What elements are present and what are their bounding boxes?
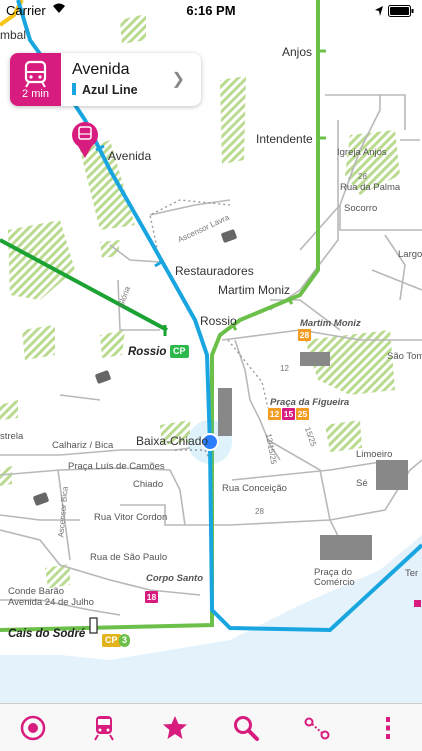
location-arrow-icon — [375, 5, 384, 16]
label-rua-conceicao: Rua Conceição — [222, 483, 287, 494]
status-right — [374, 2, 414, 17]
line-color-bar — [72, 83, 76, 95]
label-socorro: Socorro — [344, 203, 378, 214]
search-icon[interactable] — [231, 713, 261, 743]
cp-badge-cais: CP — [102, 634, 121, 647]
label-sao-paulo: Rua de São Paulo — [90, 552, 168, 563]
label-corpo-santo: Corpo Santo — [146, 573, 203, 584]
label-av-24-julho: Avenida 24 de Julho — [8, 597, 94, 608]
label-baixa-chiado: Baixa-Chiado — [136, 434, 209, 448]
label-rua-da-palma: Rua da Palma — [340, 182, 401, 193]
star-icon[interactable] — [160, 713, 190, 743]
label-rossio: Rossio — [200, 314, 237, 328]
green-3-badge: 3 — [119, 634, 131, 647]
tram-12-badge: 12 — [268, 408, 281, 420]
cp-badge-rossio: CP — [170, 345, 189, 358]
popup-title: Avenida — [72, 61, 130, 78]
popup-minutes: 2 min — [22, 88, 49, 100]
more-icon[interactable] — [373, 713, 403, 743]
popup-icon-box: 2 min — [10, 53, 61, 106]
label-route-28-top: 28 — [358, 172, 367, 181]
chevron-right-icon[interactable]: ❯ — [172, 69, 185, 89]
ferry-terminal — [89, 617, 98, 634]
clock: 6:16 PM — [186, 3, 236, 18]
popup-line: Azul Line — [72, 83, 138, 97]
battery-icon — [388, 4, 414, 17]
label-route-28-bottom: 28 — [255, 507, 264, 516]
station-popup[interactable]: 2 min Avenida Azul Line ❯ — [10, 53, 201, 106]
tram-15-badge: 15 — [282, 408, 295, 420]
label-cais-do-sodre: Cais do Sodré — [8, 628, 86, 640]
label-mbal: mbal — [0, 28, 27, 42]
train-icon — [24, 60, 47, 88]
label-chiado: Chiado — [133, 479, 164, 490]
label-igreja-anjos: Igreja Anjos — [337, 147, 387, 158]
label-avenida: Avenida — [108, 149, 152, 163]
label-rossio-cp: Rossio — [128, 346, 167, 358]
popup-line-name: Azul Line — [82, 83, 138, 97]
tram-25-badge: 25 — [296, 408, 309, 420]
label-intendente: Intendente — [256, 132, 313, 146]
tab-bar — [0, 703, 422, 751]
label-martim-moniz: Martim Moniz — [218, 283, 291, 297]
route-icon[interactable] — [302, 713, 332, 743]
label-estrela: strela — [0, 431, 24, 442]
label-calhariz: Calhariz / Bica — [52, 440, 114, 451]
status-bar: Carrier 6:16 PM — [0, 0, 422, 20]
label-largo: Largo — [398, 249, 422, 260]
label-comercio: Comércio — [314, 577, 355, 588]
target-icon[interactable] — [18, 713, 48, 743]
train-icon[interactable] — [89, 713, 119, 743]
label-anjos: Anjos — [282, 45, 313, 59]
label-restauradores: Restauradores — [175, 264, 254, 278]
label-luis-camoes: Praça Luís de Camões — [68, 461, 165, 472]
label-sao-tome: São Tome — [387, 351, 422, 362]
tram-18-badge: 18 — [145, 591, 158, 603]
label-ter: Ter — [405, 568, 419, 579]
label-vitor-cordon: Rua Vitor Cordon — [94, 512, 168, 523]
tram-28-badge: 28 — [298, 329, 311, 341]
label-se: Sé — [356, 478, 368, 489]
label-route-12: 12 — [280, 364, 289, 373]
label-limoeiro: Limoeiro — [356, 449, 393, 460]
